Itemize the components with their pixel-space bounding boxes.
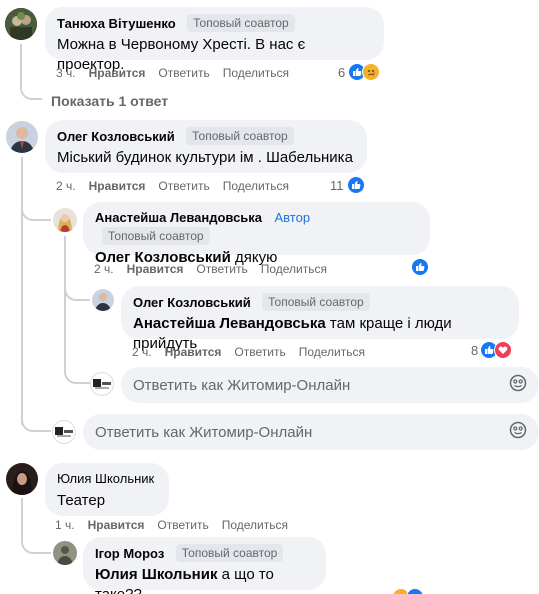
reactions-summary[interactable] bbox=[411, 258, 429, 276]
like-reaction-icon bbox=[346, 176, 365, 194]
top-contributor-badge: Топовый соавтор bbox=[262, 293, 370, 311]
avatar-photo-icon bbox=[92, 289, 114, 311]
reactions-summary[interactable] bbox=[392, 588, 424, 594]
comment-actions: 3 ч. Нравится Ответить Поделиться bbox=[56, 66, 302, 80]
comment-time[interactable]: 2 ч. bbox=[132, 345, 152, 359]
thread-connector bbox=[64, 286, 90, 301]
like-button[interactable]: Нравится bbox=[89, 179, 146, 193]
avatar[interactable] bbox=[53, 208, 77, 232]
thread-connector bbox=[20, 44, 42, 100]
comment-bubble: Олег Козловський Топовый соавтор Анастей… bbox=[121, 286, 519, 352]
comment-text: Юлия Школьник а що то таке?? bbox=[95, 565, 314, 594]
page-avatar bbox=[90, 372, 114, 396]
reactions-summary[interactable]: 11 bbox=[330, 176, 365, 194]
mention-link[interactable]: Юлия Школьник bbox=[95, 566, 217, 583]
emoji-icon[interactable] bbox=[509, 374, 527, 397]
thread-connector bbox=[64, 366, 90, 384]
like-button[interactable]: Нравится bbox=[127, 262, 184, 276]
avatar-photo-icon bbox=[5, 8, 37, 40]
reply-placeholder: Ответить как Житомир-Онлайн bbox=[95, 423, 313, 441]
page-avatar bbox=[52, 420, 76, 444]
reply-placeholder: Ответить как Житомир-Онлайн bbox=[133, 376, 351, 394]
reply-button[interactable]: Ответить bbox=[158, 179, 209, 193]
avatar-photo-icon bbox=[53, 208, 77, 232]
top-contributor-badge: Топовый соавтор bbox=[102, 227, 210, 245]
share-button[interactable]: Поделиться bbox=[222, 518, 288, 532]
comment-time[interactable]: 3 ч. bbox=[56, 66, 76, 80]
like-reaction-icon bbox=[411, 258, 429, 276]
comment-time[interactable]: 2 ч. bbox=[94, 262, 114, 276]
thread-connector bbox=[64, 236, 66, 368]
reactions-summary[interactable]: 8 bbox=[471, 341, 513, 359]
avatar-photo-icon bbox=[6, 121, 38, 153]
share-button[interactable]: Поделиться bbox=[223, 66, 289, 80]
comment-bubble: Ігор Мороз Топовый соавтор Юлия Школьник… bbox=[83, 537, 326, 594]
page-logo-icon bbox=[93, 379, 111, 389]
reaction-count: 6 bbox=[338, 64, 346, 80]
comment-actions: 2 ч. Нравится Ответить Поделиться bbox=[56, 179, 302, 193]
comment-bubble: Танюха Вітушенко Топовый соавтор Можна в… bbox=[45, 7, 384, 73]
emoji-icon[interactable] bbox=[509, 421, 527, 444]
mention-link[interactable]: Анастейша Левандовська bbox=[133, 315, 326, 332]
share-button[interactable]: Поделиться bbox=[261, 262, 327, 276]
avatar-photo-icon bbox=[53, 541, 77, 565]
comment-author[interactable]: Олег Козловський bbox=[133, 295, 251, 310]
comment-actions: 1 ч. Нравится Ответить Поделиться bbox=[55, 518, 301, 532]
comment-actions: 2 ч. Нравится Ответить Поделиться bbox=[132, 345, 378, 359]
reply-input[interactable]: Ответить как Житомир-Онлайн bbox=[121, 367, 539, 403]
avatar[interactable] bbox=[5, 8, 37, 40]
top-contributor-badge: Топовый соавтор bbox=[186, 127, 294, 145]
author-badge: Автор bbox=[274, 210, 311, 226]
comment-time[interactable]: 2 ч. bbox=[56, 179, 76, 193]
avatar[interactable] bbox=[6, 121, 38, 153]
avatar-photo-icon bbox=[6, 463, 38, 495]
like-reaction-icon bbox=[406, 588, 424, 594]
reply-button[interactable]: Ответить bbox=[157, 518, 208, 532]
reply-input[interactable]: Ответить как Житомир-Онлайн bbox=[83, 414, 539, 450]
thread-connector bbox=[21, 538, 51, 554]
reaction-count: 8 bbox=[471, 342, 479, 358]
share-button[interactable]: Поделиться bbox=[299, 345, 365, 359]
share-button[interactable]: Поделиться bbox=[223, 179, 289, 193]
avatar[interactable] bbox=[6, 463, 38, 495]
comment-actions: 2 ч. Нравится Ответить Поделиться bbox=[94, 262, 340, 276]
like-button[interactable]: Нравится bbox=[88, 518, 145, 532]
comment-author[interactable]: Танюха Вітушенко bbox=[57, 16, 176, 31]
comment-author[interactable]: Олег Козловський bbox=[57, 129, 175, 144]
reaction-count: 11 bbox=[330, 177, 344, 193]
reply-button[interactable]: Ответить bbox=[196, 262, 247, 276]
love-reaction-icon bbox=[494, 341, 513, 359]
comment-bubble: Олег Козловський Топовый соавтор Міський… bbox=[45, 120, 367, 173]
comment-bubble: Юлия Школьник Театер bbox=[45, 463, 169, 516]
like-button[interactable]: Нравится bbox=[89, 66, 146, 80]
comment-text: Театер bbox=[57, 492, 106, 509]
avatar[interactable] bbox=[92, 289, 114, 311]
comment-author[interactable]: Ігор Мороз bbox=[95, 546, 164, 561]
thread-connector bbox=[21, 410, 51, 432]
comment-time[interactable]: 1 ч. bbox=[55, 518, 75, 532]
comment-author[interactable]: Юлия Школьник bbox=[57, 471, 154, 486]
comment-text: Міський будинок культури ім . Шабельника bbox=[57, 149, 353, 167]
reply-button[interactable]: Ответить bbox=[234, 345, 285, 359]
comment-bubble: Анастейша Левандовська Автор Топовый соа… bbox=[83, 202, 430, 266]
comment-author[interactable]: Анастейша Левандовська bbox=[95, 210, 262, 225]
reactions-summary[interactable]: 6 bbox=[338, 63, 381, 81]
thread-connector bbox=[21, 205, 51, 221]
thread-connector bbox=[21, 157, 23, 425]
top-contributor-badge: Топовый соавтор bbox=[175, 544, 284, 562]
reply-button[interactable]: Ответить bbox=[158, 66, 209, 80]
sad-reaction-icon bbox=[362, 63, 381, 81]
top-contributor-badge: Топовый соавтор bbox=[187, 14, 295, 32]
show-replies-link[interactable]: Показать 1 ответ bbox=[51, 93, 168, 109]
like-button[interactable]: Нравится bbox=[165, 345, 222, 359]
page-logo-icon bbox=[55, 427, 73, 437]
thread-connector bbox=[21, 498, 23, 538]
avatar[interactable] bbox=[53, 541, 77, 565]
